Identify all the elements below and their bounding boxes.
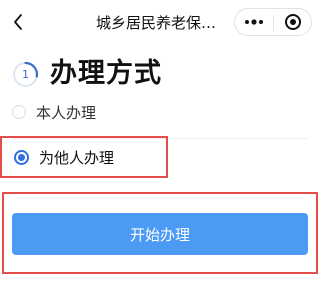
top-bar: 城乡居民养老保险... (0, 0, 320, 44)
option-others-label: 为他人办理 (39, 148, 115, 167)
page: 城乡居民养老保险... 1 办理方式 本人办理 为他人办理 开始办理 (0, 0, 320, 290)
option-self[interactable]: 本人办理 (12, 98, 308, 126)
mini-program-capsule (234, 8, 312, 36)
step-number: 1 (22, 68, 29, 81)
close-button[interactable] (274, 9, 312, 35)
option-self-label: 本人办理 (36, 103, 97, 122)
radio-checked-icon[interactable] (14, 149, 29, 165)
page-title: 城乡居民养老保险... (96, 14, 224, 32)
chevron-left-icon (14, 14, 22, 30)
back-button[interactable] (8, 9, 28, 35)
step-indicator: 1 (12, 61, 39, 88)
start-button[interactable]: 开始办理 (12, 213, 308, 255)
radio-unchecked-icon[interactable] (12, 105, 26, 119)
target-close-icon (285, 14, 301, 30)
option-others[interactable]: 为他人办理 (0, 136, 168, 178)
more-button[interactable] (235, 9, 273, 35)
radio-dot (18, 153, 25, 161)
section-title: 办理方式 (50, 58, 162, 89)
more-dots-icon (245, 19, 263, 25)
